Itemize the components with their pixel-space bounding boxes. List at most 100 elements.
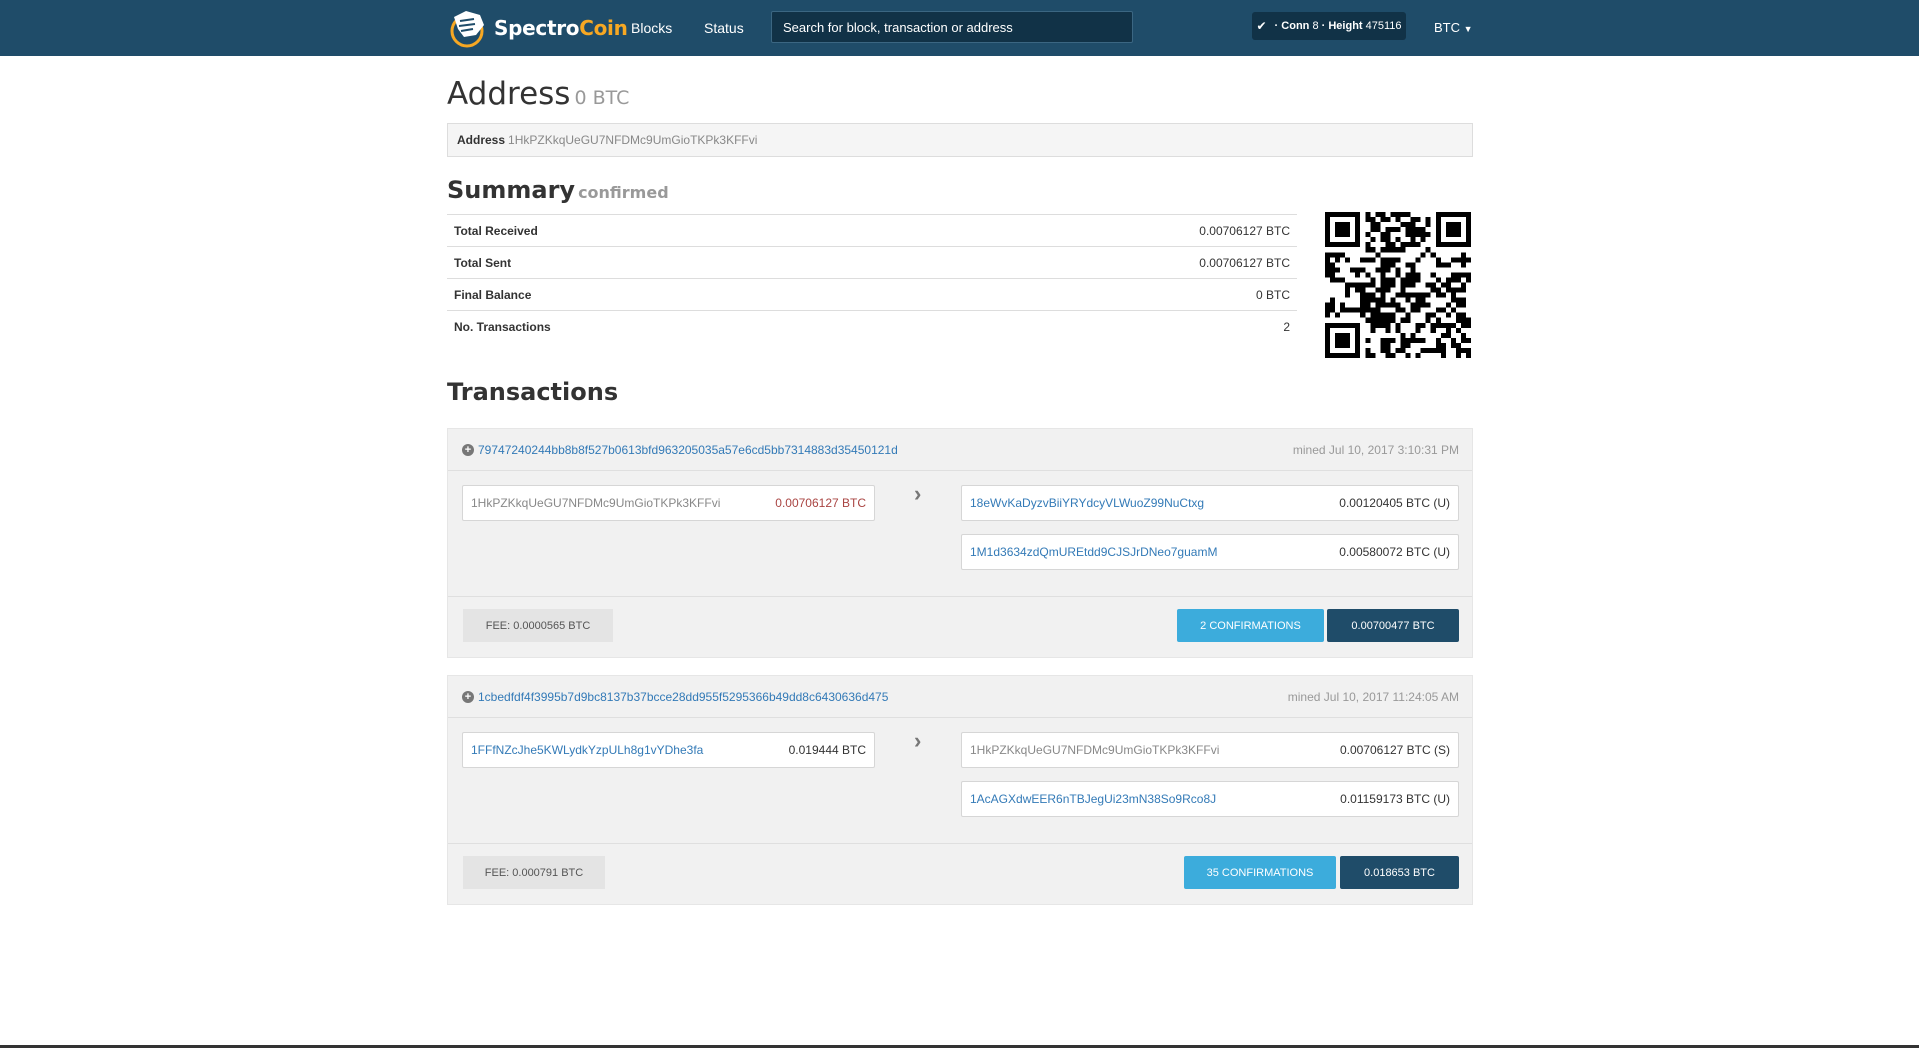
qr-module <box>1450 307 1456 313</box>
qr-module <box>1410 292 1416 298</box>
qr-module <box>1400 307 1406 313</box>
caret-down-icon: ▼ <box>1463 24 1473 34</box>
qr-module <box>1390 297 1396 303</box>
qr-module <box>1365 352 1371 358</box>
qr-module <box>1450 242 1456 248</box>
qr-module <box>1425 247 1431 253</box>
top-navbar: SpectroCoin Blocks Status ✔ · Conn 8 · H… <box>0 0 1919 56</box>
output-address[interactable]: 1M1d3634zdQmUREtdd9CJSJrDNeo7guamM <box>970 545 1217 559</box>
qr-module <box>1435 237 1441 243</box>
qr-module <box>1420 227 1426 233</box>
qr-module <box>1385 342 1391 348</box>
currency-dropdown[interactable]: BTC ▼ <box>1434 0 1473 56</box>
qr-module <box>1405 352 1411 358</box>
qr-module <box>1365 302 1371 308</box>
search-input[interactable] <box>771 11 1133 43</box>
qr-module <box>1410 262 1416 268</box>
plus-circle-icon[interactable]: + <box>462 690 474 703</box>
qr-module <box>1410 267 1416 273</box>
qr-module <box>1460 317 1466 323</box>
qr-module <box>1390 262 1396 268</box>
qr-module <box>1370 317 1376 323</box>
qr-module <box>1340 332 1346 338</box>
transaction-total-button[interactable]: 0.00700477 BTC <box>1327 609 1459 642</box>
qr-module <box>1335 277 1341 283</box>
qr-module <box>1375 317 1381 323</box>
qr-module <box>1355 237 1361 243</box>
qr-module <box>1390 242 1396 248</box>
qr-module <box>1355 217 1361 223</box>
qr-module <box>1465 232 1471 238</box>
qr-module <box>1405 272 1411 278</box>
transaction-output: 1HkPZKkqUeGU7NFDMc9UmGioTKPk3KFFvi 0.007… <box>961 732 1459 768</box>
qr-module <box>1450 257 1456 263</box>
qr-module <box>1385 352 1391 358</box>
qr-module <box>1325 267 1331 273</box>
qr-module <box>1340 352 1346 358</box>
qr-module <box>1325 257 1331 263</box>
transaction-header: + 1cbedfdf4f3995b7d9bc8137b37bcce28dd955… <box>448 676 1472 718</box>
qr-module <box>1380 217 1386 223</box>
qr-module <box>1385 242 1391 248</box>
output-address[interactable]: 18eWvKaDyzvBiiYRYdcyVLWuoZ99NuCtxg <box>970 496 1204 510</box>
qr-module <box>1380 247 1386 253</box>
qr-module <box>1355 307 1361 313</box>
qr-module <box>1415 302 1421 308</box>
qr-module <box>1415 217 1421 223</box>
qr-module <box>1385 247 1391 253</box>
address-balance: 0 BTC <box>574 87 630 109</box>
qr-module <box>1370 312 1376 318</box>
qr-module <box>1400 277 1406 283</box>
qr-module <box>1380 272 1386 278</box>
qr-module <box>1410 232 1416 238</box>
transaction-hash-link[interactable]: + 1cbedfdf4f3995b7d9bc8137b37bcce28dd955… <box>462 690 888 704</box>
qr-module <box>1440 307 1446 313</box>
qr-module <box>1460 287 1466 293</box>
transactions-heading: Transactions <box>447 378 619 406</box>
output-address[interactable]: 1AcAGXdwEER6nTBJegUi23mN38So9Rco8J <box>970 792 1216 806</box>
qr-module <box>1380 277 1386 283</box>
summary-label: Total Received <box>454 223 538 238</box>
qr-module <box>1400 332 1406 338</box>
transaction-hash-link[interactable]: + 79747240244bb8b8f527b0613bfd963205035a… <box>462 443 898 457</box>
qr-module <box>1415 292 1421 298</box>
qr-module <box>1335 257 1341 263</box>
qr-module <box>1355 232 1361 238</box>
qr-module <box>1440 242 1446 248</box>
qr-module <box>1370 327 1376 333</box>
transaction-total-button[interactable]: 0.018653 BTC <box>1340 856 1459 889</box>
confirmations-button[interactable]: 35 CONFIRMATIONS <box>1184 856 1336 889</box>
qr-module <box>1345 322 1351 328</box>
input-amount: 0.019444 BTC <box>788 743 866 757</box>
qr-module <box>1450 222 1456 228</box>
nav-status-link[interactable]: Status <box>704 0 744 56</box>
qr-module <box>1410 337 1416 343</box>
address-value[interactable]: 1HkPZKkqUeGU7NFDMc9UmGioTKPk3KFFvi <box>508 133 757 147</box>
transaction-hash[interactable]: 79747240244bb8b8f527b0613bfd963205035a57… <box>478 443 898 457</box>
confirmations-button[interactable]: 2 CONFIRMATIONS <box>1177 609 1324 642</box>
qr-module <box>1325 212 1331 218</box>
qr-module <box>1395 237 1401 243</box>
qr-module <box>1450 322 1456 328</box>
qr-module <box>1455 312 1461 318</box>
qr-module <box>1345 332 1351 338</box>
qr-module <box>1440 262 1446 268</box>
qr-module <box>1390 247 1396 253</box>
input-address[interactable]: 1FFfNZcJhe5KWLydkYzpULh8g1vYDhe3fa <box>471 743 703 757</box>
transaction-hash[interactable]: 1cbedfdf4f3995b7d9bc8137b37bcce28dd955f5… <box>478 690 888 704</box>
qr-module <box>1445 242 1451 248</box>
qr-module <box>1395 292 1401 298</box>
qr-module <box>1335 312 1341 318</box>
qr-module <box>1415 322 1421 328</box>
qr-module <box>1355 342 1361 348</box>
qr-module <box>1375 322 1381 328</box>
plus-circle-icon[interactable]: + <box>462 443 474 456</box>
qr-module <box>1445 322 1451 328</box>
nav-blocks-link[interactable]: Blocks <box>631 0 672 56</box>
qr-module <box>1400 247 1406 253</box>
brand-logo[interactable]: SpectroCoin <box>446 5 628 51</box>
qr-module <box>1440 347 1446 353</box>
qr-module <box>1390 227 1396 233</box>
qr-module <box>1325 307 1331 313</box>
qr-module <box>1450 342 1456 348</box>
